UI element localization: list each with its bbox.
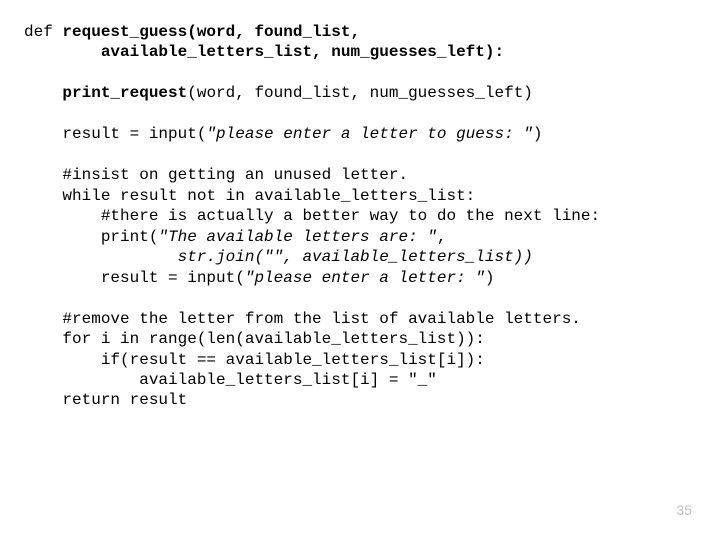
assign-result: result = input( bbox=[24, 125, 206, 143]
if-line: if(result == available_letters_list[i]): bbox=[24, 351, 485, 369]
fn-sig-1: request_guess(word, found_list, bbox=[62, 23, 360, 41]
fn-sig-2: available_letters_list, num_guesses_left… bbox=[24, 43, 504, 61]
return-line: return result bbox=[24, 391, 187, 409]
comment-remove: #remove the letter from the list of avai… bbox=[24, 310, 581, 328]
str-prompt-2: "please enter a letter: " bbox=[245, 269, 485, 287]
str-prompt-1: "please enter a letter to guess: " bbox=[206, 125, 532, 143]
page-number: 35 bbox=[676, 502, 692, 520]
while-line: while result not in available_letters_li… bbox=[24, 187, 475, 205]
code-block: def request_guess(word, found_list, avai… bbox=[24, 22, 720, 411]
assign-underscore: available_letters_list[i] = "_" bbox=[24, 371, 437, 389]
for-line: for i in range(len(available_letters_lis… bbox=[24, 330, 485, 348]
str-available: "The available letters are: " bbox=[158, 228, 436, 246]
strjoin-call: str.join("", available_letters_list)) bbox=[178, 248, 533, 266]
reassign-c: ) bbox=[485, 269, 495, 287]
call-print-request-args: (word, found_list, num_guesses_left) bbox=[187, 84, 533, 102]
print-avail-a: print( bbox=[24, 228, 158, 246]
slide: def request_guess(word, found_list, avai… bbox=[0, 0, 720, 540]
strjoin-indent bbox=[24, 248, 178, 266]
kw-def: def bbox=[24, 23, 62, 41]
indent-1 bbox=[24, 84, 62, 102]
comment-better: #there is actually a better way to do th… bbox=[24, 207, 600, 225]
assign-result-end: ) bbox=[533, 125, 543, 143]
print-avail-c: , bbox=[437, 228, 447, 246]
reassign-a: result = input( bbox=[24, 269, 245, 287]
comment-insist: #insist on getting an unused letter. bbox=[24, 166, 408, 184]
call-print-request: print_request bbox=[62, 84, 187, 102]
